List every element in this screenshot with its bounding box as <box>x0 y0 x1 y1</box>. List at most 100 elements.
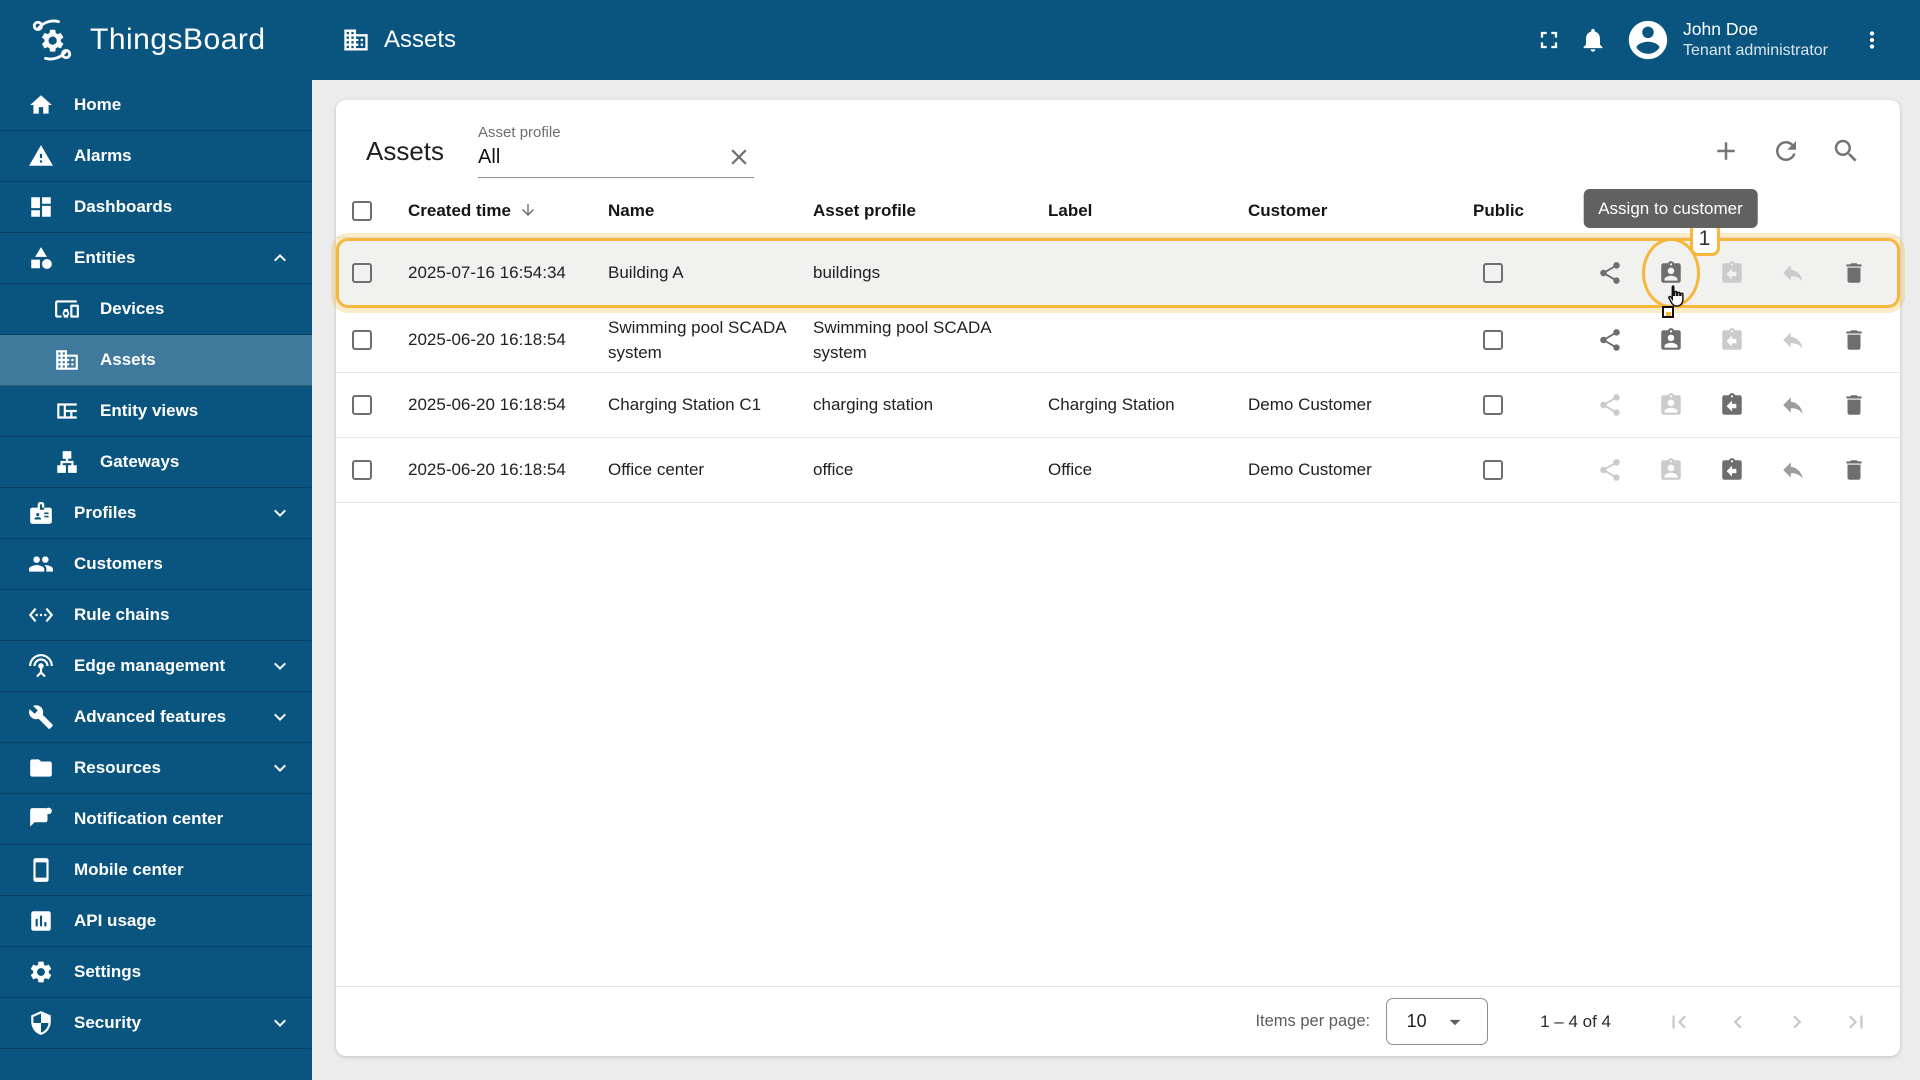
sidebar-item-entities[interactable]: Entities <box>0 233 312 284</box>
unassign-from-customer-button[interactable] <box>1701 438 1762 502</box>
public-checkbox[interactable] <box>1483 330 1503 350</box>
sidebar-item-gateways[interactable]: Gateways <box>0 437 312 488</box>
sidebar-item-label: Home <box>74 95 122 114</box>
fullscreen-icon <box>1540 31 1558 49</box>
column-header-name[interactable]: Name <box>608 201 813 221</box>
unassign-from-customer-icon <box>1721 328 1742 350</box>
make-private-button[interactable] <box>1762 438 1823 502</box>
dropdown-arrow-icon <box>1442 1009 1468 1035</box>
asset-profile-cell: Swimming pool SCADA system <box>813 317 991 363</box>
assign-to-customer-button[interactable] <box>1640 308 1701 372</box>
search-button[interactable] <box>1824 129 1868 173</box>
row-checkbox[interactable] <box>352 460 372 480</box>
sidebar-item-notification-center[interactable]: Notification center <box>0 794 312 845</box>
table-row[interactable]: 2025-06-20 16:18:54 Office center office Of… <box>336 438 1900 503</box>
sidebar: Home Alarms Dashboards Entities Devices Asset… <box>0 80 312 1080</box>
add-asset-button[interactable] <box>1704 129 1748 173</box>
sidebar-item-dashboards[interactable]: Dashboards <box>0 182 312 233</box>
make-private-icon <box>1782 265 1803 282</box>
sidebar-item-customers[interactable]: Customers <box>0 539 312 590</box>
unassign-from-customer-icon <box>1721 393 1742 415</box>
page-size-select[interactable]: 10 <box>1386 998 1489 1045</box>
created-time-cell: 2025-06-20 16:18:54 <box>408 330 566 350</box>
assign-to-customer-button[interactable]: 1 Assign to customer <box>1583 188 1758 318</box>
column-header-created-time[interactable]: Created time <box>408 201 608 221</box>
row-checkbox[interactable] <box>352 330 372 350</box>
sidebar-item-mobile-center[interactable]: Mobile center <box>0 845 312 896</box>
delete-button[interactable] <box>1823 373 1884 437</box>
make-private-button[interactable] <box>1762 373 1823 437</box>
table-toolbar-actions <box>1704 129 1878 173</box>
public-checkbox[interactable] <box>1483 263 1503 283</box>
card-toolbar: Assets Asset profile All <box>336 100 1900 184</box>
sidebar-item-label: Resources <box>74 758 161 777</box>
table-row[interactable]: 2025-06-20 16:18:54 Swimming pool SCADA s… <box>336 308 1900 373</box>
public-checkbox[interactable] <box>1483 460 1503 480</box>
column-header-label[interactable]: Label <box>1048 201 1248 221</box>
sidebar-item-advanced-features[interactable]: Advanced features <box>0 692 312 743</box>
delete-button[interactable] <box>1823 308 1884 372</box>
make-public-button[interactable] <box>1579 308 1640 372</box>
unassign-from-customer-button[interactable] <box>1701 373 1762 437</box>
make-private-icon <box>1782 332 1803 349</box>
avatar[interactable] <box>1625 17 1671 63</box>
row-checkbox[interactable] <box>352 263 372 283</box>
main-content: Assets Asset profile All Created time Na… <box>312 80 1920 1080</box>
make-public-button[interactable] <box>1579 241 1640 305</box>
assign-to-customer-icon <box>1660 393 1681 415</box>
table-empty-space <box>336 503 1900 986</box>
column-header-label: Asset profile <box>813 200 916 220</box>
sidebar-item-label: Settings <box>74 962 142 981</box>
sidebar-item-api-usage[interactable]: API usage <box>0 896 312 947</box>
security-icon <box>31 1011 51 1035</box>
sidebar-item-rule-chains[interactable]: Rule chains <box>0 590 312 641</box>
sidebar-item-home[interactable]: Home <box>0 80 312 131</box>
close-icon[interactable] <box>726 144 752 170</box>
more-menu-button[interactable] <box>1850 18 1894 62</box>
refresh-button[interactable] <box>1764 129 1808 173</box>
table-row[interactable]: 2025-07-16 16:54:34 Building A buildings 1 A… <box>336 188 1900 318</box>
more-vert-icon <box>1869 31 1875 49</box>
clear-filter-icon[interactable] <box>726 144 752 170</box>
sidebar-item-resources[interactable]: Resources <box>0 743 312 794</box>
sidebar-item-alarms[interactable]: Alarms <box>0 131 312 182</box>
sidebar-item-assets[interactable]: Assets <box>0 335 312 386</box>
filter-value: All <box>478 145 501 168</box>
sidebar-item-settings[interactable]: Settings <box>0 947 312 998</box>
fullscreen-button[interactable] <box>1527 18 1571 62</box>
sidebar-item-label: Profiles <box>74 503 137 522</box>
table-row[interactable]: 2025-06-20 16:18:54 Charging Station C1 ch… <box>336 373 1900 438</box>
page-title: Assets <box>384 26 457 53</box>
asset-profile-filter[interactable]: Asset profile All <box>478 124 755 178</box>
row-checkbox[interactable] <box>352 395 372 415</box>
sidebar-item-entity-views[interactable]: Entity views <box>0 386 312 437</box>
search-icon <box>1834 139 1857 162</box>
notifications-button[interactable] <box>1571 18 1615 62</box>
bell-icon <box>1583 28 1603 52</box>
asset-profile-cell: buildings <box>813 263 881 283</box>
sidebar-item-security[interactable]: Security <box>0 998 312 1049</box>
created-time-cell: 2025-06-20 16:18:54 <box>408 460 566 480</box>
app-logo[interactable]: ThingsBoard <box>0 14 312 66</box>
trash-icon <box>1845 460 1862 480</box>
public-checkbox[interactable] <box>1483 395 1503 415</box>
sidebar-item-label: Alarms <box>74 146 132 165</box>
previous-page-icon <box>1733 1015 1742 1028</box>
user-info[interactable]: John Doe Tenant administrator <box>1683 18 1828 62</box>
dashboards-icon <box>31 197 51 217</box>
trash-icon <box>1845 395 1862 415</box>
delete-button[interactable] <box>1823 438 1884 502</box>
sidebar-item-label: Notification center <box>74 809 224 828</box>
asset-profile-cell: charging station <box>813 395 934 415</box>
share-icon <box>1599 329 1620 351</box>
sidebar-item-profiles[interactable]: Profiles <box>0 488 312 539</box>
column-header-asset-profile[interactable]: Asset profile <box>813 201 1048 221</box>
delete-button[interactable] <box>1823 241 1884 305</box>
page-size-value: 10 <box>1406 1011 1427 1031</box>
sidebar-item-devices[interactable]: Devices <box>0 284 312 335</box>
sidebar-item-edge-management[interactable]: Edge management <box>0 641 312 692</box>
column-header-customer[interactable]: Customer <box>1248 201 1473 221</box>
select-all-checkbox[interactable] <box>352 200 372 221</box>
column-header-public[interactable]: Public <box>1473 201 1573 221</box>
last-page-icon <box>1849 1015 1863 1028</box>
